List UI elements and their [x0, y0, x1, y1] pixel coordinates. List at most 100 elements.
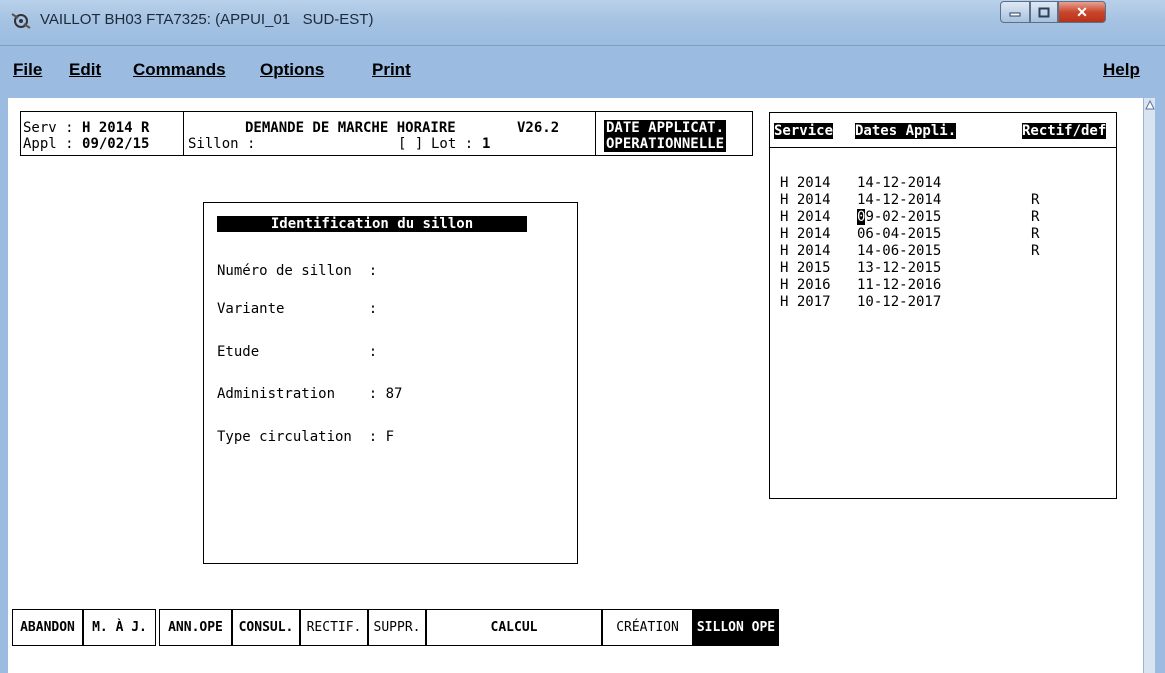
date-applicat-label: DATE APPLICAT.: [604, 120, 727, 136]
menu-bar: File Edit Commands Options Print Help: [0, 46, 1165, 94]
field-type-circulation[interactable]: Type circulation : F: [217, 429, 394, 445]
menu-commands-label: ommands: [145, 60, 226, 79]
sillon-label: Sillon :: [188, 136, 256, 152]
field-value: 87: [385, 386, 403, 402]
terminal-screen[interactable]: Serv : H 2014 R Appl : 09/02/15 DEMANDE …: [8, 98, 1143, 673]
table-row[interactable]: H 2014: [780, 209, 831, 225]
field-label: Type circulation :: [217, 429, 378, 445]
row-date: 06-04-2015: [857, 226, 942, 242]
row-service: H 2015: [780, 260, 831, 276]
table-row[interactable]: H 2015: [780, 260, 831, 276]
field-administration[interactable]: Administration : 87: [217, 386, 402, 402]
field-label: Administration :: [217, 386, 378, 402]
fkey-sillon-ope[interactable]: SILLON OPE: [693, 609, 779, 646]
menu-help-label: elp: [1115, 60, 1140, 79]
menu-print[interactable]: Print: [372, 60, 411, 80]
menu-file-label: ile: [23, 60, 43, 79]
appl-value: 09/02/15: [82, 136, 150, 152]
field-variante[interactable]: Variante :: [217, 301, 386, 317]
header-dates-appli: Dates Appli.: [855, 123, 957, 139]
scroll-up-icon: [1145, 100, 1155, 110]
row-service: H 2016: [780, 277, 831, 293]
row-service: H 2014: [780, 175, 831, 191]
fkey-creation[interactable]: CRÉATION: [602, 609, 693, 646]
row-rectif: R: [1031, 226, 1040, 242]
fkey-maj[interactable]: M. À J.: [83, 609, 156, 646]
row-service: H 2014: [780, 243, 831, 259]
identification-panel: [203, 202, 578, 564]
table-row[interactable]: H 2014: [780, 175, 831, 191]
row-date: 10-12-2017: [857, 294, 942, 310]
vertical-scrollbar[interactable]: [1143, 98, 1155, 673]
field-label: Etude :: [217, 344, 378, 360]
close-icon: ✕: [1076, 3, 1088, 20]
serv-label: Serv :: [23, 120, 83, 136]
table-row[interactable]: H 2014: [780, 192, 831, 208]
field-numero-sillon[interactable]: Numéro de sillon :: [217, 263, 386, 279]
window-frame-left: [0, 94, 8, 673]
menu-options-mnemonic: O: [260, 60, 274, 79]
row-date: 09-02-2015: [857, 209, 941, 225]
minimize-button[interactable]: [1000, 1, 1030, 23]
row-rectif: R: [1031, 209, 1040, 225]
menu-print-label: rint: [383, 60, 411, 79]
fkey-suppr[interactable]: SUPPR.: [368, 609, 426, 646]
row-date: 11-12-2016: [857, 277, 942, 293]
lot-value: 1: [482, 136, 491, 152]
table-row[interactable]: H 2014: [780, 243, 831, 259]
row-service: H 2017: [780, 294, 831, 310]
table-row[interactable]: H 2014: [780, 226, 831, 242]
appl-label: Appl :: [23, 136, 83, 152]
version: V26.2: [517, 120, 560, 136]
menu-print-mnemonic: P: [372, 60, 384, 79]
header-rectif-def: Rectif/def: [1022, 123, 1107, 139]
service-table-header: Service Dates Appli. Rectif/def: [770, 113, 1116, 148]
row-service: H 2014: [780, 226, 831, 242]
table-row[interactable]: H 2017: [780, 294, 831, 310]
menu-edit-label: dit: [80, 60, 102, 79]
menu-edit[interactable]: Edit: [69, 60, 101, 80]
row-date: 14-12-2014: [857, 192, 942, 208]
field-etude[interactable]: Etude :: [217, 344, 386, 360]
row-rectif: R: [1031, 243, 1040, 259]
field-label: Numéro de sillon :: [217, 263, 378, 279]
menu-file-mnemonic: F: [13, 60, 24, 79]
identification-title: Identification du sillon: [217, 216, 527, 232]
sillon-checkbox[interactable]: [ ]: [398, 136, 423, 152]
screen-title: DEMANDE DE MARCHE HORAIRE: [245, 120, 456, 136]
menu-commands[interactable]: Commands: [133, 60, 226, 80]
window-title: VAILLOT BH03 FTA7325: (APPUI_01 SUD-EST): [40, 11, 374, 28]
menu-help[interactable]: Help: [1103, 60, 1140, 80]
minimize-icon: [1009, 12, 1021, 17]
operationnelle-label: OPERATIONNELLE: [604, 136, 727, 152]
fkey-abandon[interactable]: ABANDON: [12, 609, 83, 646]
app-icon: [11, 13, 31, 29]
table-row[interactable]: H 2016: [780, 277, 831, 293]
menu-help-mnemonic: H: [1103, 60, 1116, 79]
close-button[interactable]: ✕: [1058, 1, 1106, 23]
fkey-consul[interactable]: CONSUL.: [232, 609, 300, 646]
fkey-ann-ope[interactable]: ANN.OPE: [159, 609, 232, 646]
serv-value: H 2014 R: [82, 120, 150, 136]
row-date: 14-12-2014: [857, 175, 942, 191]
field-value: F: [385, 429, 395, 445]
maximize-button[interactable]: [1030, 1, 1058, 23]
menu-edit-mnemonic: E: [69, 60, 81, 79]
fkey-calcul[interactable]: CALCUL: [426, 609, 602, 646]
row-date: 14-06-2015: [857, 243, 942, 259]
header-service: Service: [774, 123, 834, 139]
appl-line: Appl : 09/02/15: [23, 136, 149, 152]
row-date: 13-12-2015: [857, 260, 942, 276]
menu-commands-mnemonic: C: [133, 60, 146, 79]
row-service: H 2014: [780, 192, 831, 208]
maximize-icon: [1038, 7, 1050, 17]
serv-line: Serv : H 2014 R: [23, 120, 149, 136]
menu-options-label: ptions: [273, 60, 325, 79]
scroll-up-button[interactable]: [1144, 98, 1156, 112]
menu-file[interactable]: File: [13, 60, 42, 80]
menu-options[interactable]: Options: [260, 60, 324, 80]
row-date-rest: 9-02-2015: [865, 209, 942, 225]
fkey-rectif[interactable]: RECTIF.: [300, 609, 368, 646]
row-service: H 2014: [780, 209, 831, 225]
row-rectif: R: [1031, 192, 1040, 208]
